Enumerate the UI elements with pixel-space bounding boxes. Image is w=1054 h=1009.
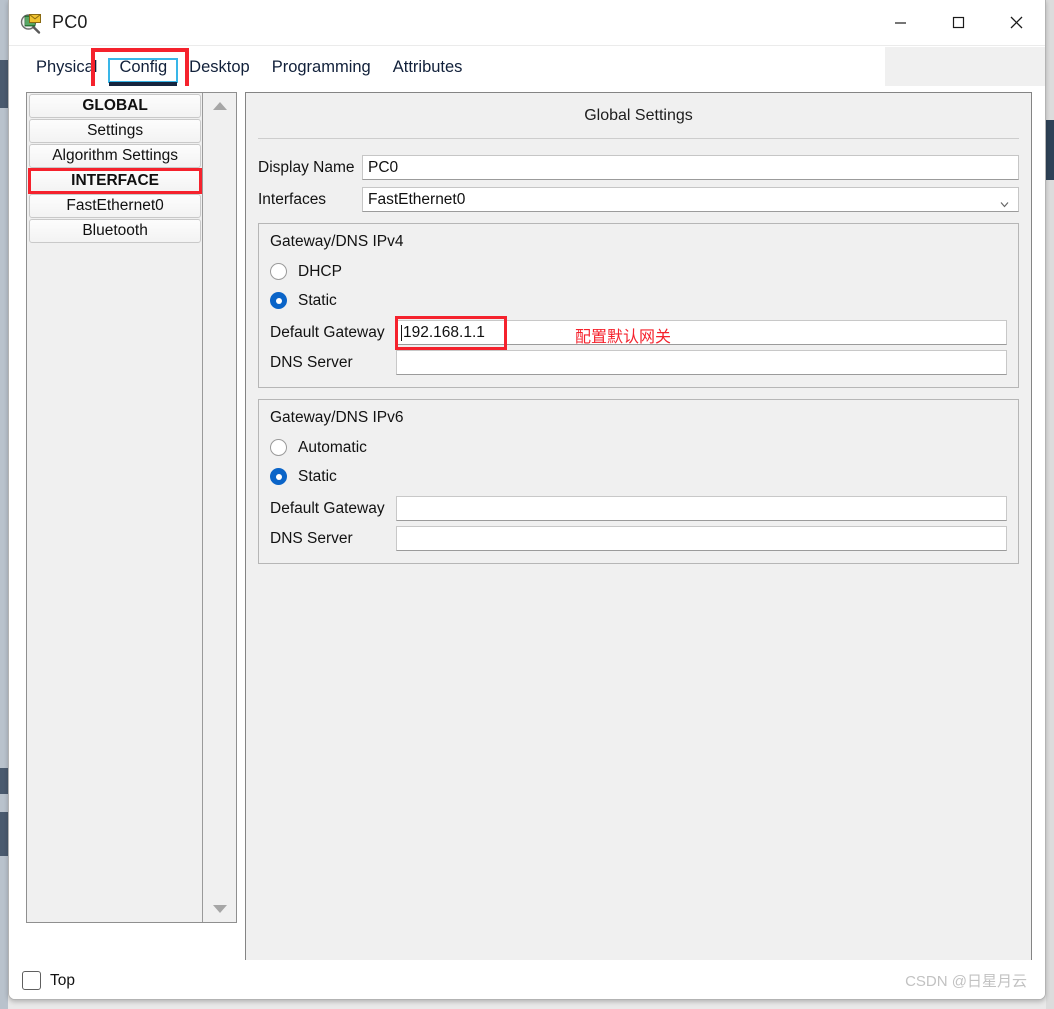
- panel-title-divider: [258, 138, 1019, 139]
- window-controls: [871, 0, 1045, 45]
- backdrop-strip: [0, 794, 8, 812]
- ipv4-default-gateway-value: 192.168.1.1: [403, 323, 485, 341]
- backdrop-strip: [0, 768, 8, 794]
- window-footer: Top CSDN @日星月云: [9, 960, 1045, 999]
- sidebar-scrollbar[interactable]: [202, 93, 236, 922]
- scroll-up-arrow-icon[interactable]: [203, 93, 236, 119]
- gateway-annotation-text: 配置默认网关: [575, 329, 672, 346]
- settings-sidebar: GLOBAL Settings Algorithm Settings INTER…: [26, 92, 237, 923]
- interfaces-select[interactable]: FastEthernet0: [362, 187, 1019, 212]
- ipv6-static-option[interactable]: Static: [270, 462, 1007, 491]
- sidebar-item-algorithm-settings[interactable]: Algorithm Settings: [29, 144, 202, 168]
- backdrop-strip: [0, 0, 8, 60]
- ipv6-default-gateway-row: Default Gateway: [270, 496, 1007, 521]
- ipv4-dhcp-option[interactable]: DHCP: [270, 257, 1007, 286]
- ipv6-automatic-radio[interactable]: [270, 439, 287, 456]
- ipv6-default-gateway-input[interactable]: [396, 496, 1007, 521]
- tab-physical[interactable]: Physical: [25, 58, 108, 87]
- ipv6-static-label: Static: [298, 467, 337, 485]
- content-area: GLOBAL Settings Algorithm Settings INTER…: [9, 87, 1045, 999]
- tab-desktop[interactable]: Desktop: [178, 58, 261, 87]
- chevron-down-icon: [1000, 196, 1009, 207]
- backdrop-strip: [0, 108, 8, 768]
- top-checkbox-label: Top: [50, 971, 75, 989]
- title-bar: PC0: [9, 0, 1045, 46]
- ipv4-dns-server-row: DNS Server: [270, 350, 1007, 375]
- display-name-input[interactable]: PC0: [362, 155, 1019, 180]
- ipv6-group: Gateway/DNS IPv6 Automatic Static Defaul…: [258, 399, 1019, 564]
- tab-bar: Physical Config Desktop Programming Attr…: [9, 46, 1045, 95]
- maximize-button[interactable]: [929, 0, 987, 45]
- backdrop-strip: [0, 856, 8, 1009]
- ipv4-dhcp-radio[interactable]: [270, 263, 287, 280]
- ipv6-automatic-option[interactable]: Automatic: [270, 433, 1007, 462]
- ipv4-dns-server-label: DNS Server: [270, 353, 353, 371]
- display-name-row: Display Name PC0: [258, 155, 1019, 180]
- backdrop-right-strip: [1046, 120, 1054, 180]
- display-name-label: Display Name: [258, 158, 355, 176]
- ipv4-dns-server-input[interactable]: [396, 350, 1007, 375]
- watermark: CSDN @日星月云: [905, 973, 1027, 990]
- ipv4-default-gateway-label: Default Gateway: [270, 323, 385, 341]
- sidebar-list: GLOBAL Settings Algorithm Settings INTER…: [27, 93, 203, 922]
- ipv4-default-gateway-input[interactable]: 192.168.1.1: [396, 320, 1007, 345]
- ipv4-static-radio[interactable]: [270, 292, 287, 309]
- tab-bar-filler: [885, 47, 1045, 87]
- tab-attributes[interactable]: Attributes: [382, 58, 474, 87]
- scroll-down-arrow-icon[interactable]: [203, 896, 236, 922]
- ipv4-default-gateway-row: Default Gateway 192.168.1.1 配置默认网关: [270, 316, 1007, 350]
- ipv4-static-option[interactable]: Static: [270, 286, 1007, 315]
- ipv4-group: Gateway/DNS IPv4 DHCP Static Default Gat…: [258, 223, 1019, 388]
- ipv4-group-title: Gateway/DNS IPv4: [270, 233, 404, 250]
- interfaces-selected-value: FastEthernet0: [368, 190, 466, 208]
- backdrop-strip: [0, 812, 8, 856]
- ipv6-static-radio[interactable]: [270, 468, 287, 485]
- ipv6-default-gateway-label: Default Gateway: [270, 499, 385, 517]
- sidebar-item-global[interactable]: GLOBAL: [29, 94, 202, 118]
- pc-config-window: PC0 Physical Config Desktop Programming …: [8, 0, 1046, 1000]
- interfaces-row: Interfaces FastEthernet0: [258, 187, 1019, 212]
- window-title: PC0: [52, 12, 88, 32]
- ipv6-dns-server-label: DNS Server: [270, 529, 353, 547]
- sidebar-item-fastethernet0[interactable]: FastEthernet0: [29, 194, 202, 218]
- interfaces-label: Interfaces: [258, 190, 327, 208]
- ipv4-static-label: Static: [298, 291, 337, 309]
- ipv6-dns-server-row: DNS Server: [270, 526, 1007, 551]
- panel-title: Global Settings: [584, 107, 693, 124]
- tab-config[interactable]: Config: [108, 58, 179, 87]
- ipv6-automatic-label: Automatic: [298, 438, 367, 456]
- ipv6-dns-server-input[interactable]: [396, 526, 1007, 551]
- ipv4-dhcp-label: DHCP: [298, 262, 342, 280]
- sidebar-item-bluetooth[interactable]: Bluetooth: [29, 219, 202, 243]
- close-button[interactable]: [987, 0, 1045, 45]
- minimize-button[interactable]: [871, 0, 929, 45]
- magnifier-envelope-icon: [19, 11, 43, 35]
- sidebar-item-interface[interactable]: INTERFACE: [27, 168, 203, 194]
- text-caret: [401, 324, 402, 341]
- sidebar-item-settings[interactable]: Settings: [29, 119, 202, 143]
- ipv6-group-title: Gateway/DNS IPv6: [270, 409, 404, 426]
- backdrop-strip: [0, 60, 8, 108]
- top-checkbox[interactable]: [22, 971, 41, 990]
- tab-programming[interactable]: Programming: [261, 58, 382, 87]
- global-settings-panel: Global Settings Display Name PC0 Interfa…: [245, 92, 1032, 999]
